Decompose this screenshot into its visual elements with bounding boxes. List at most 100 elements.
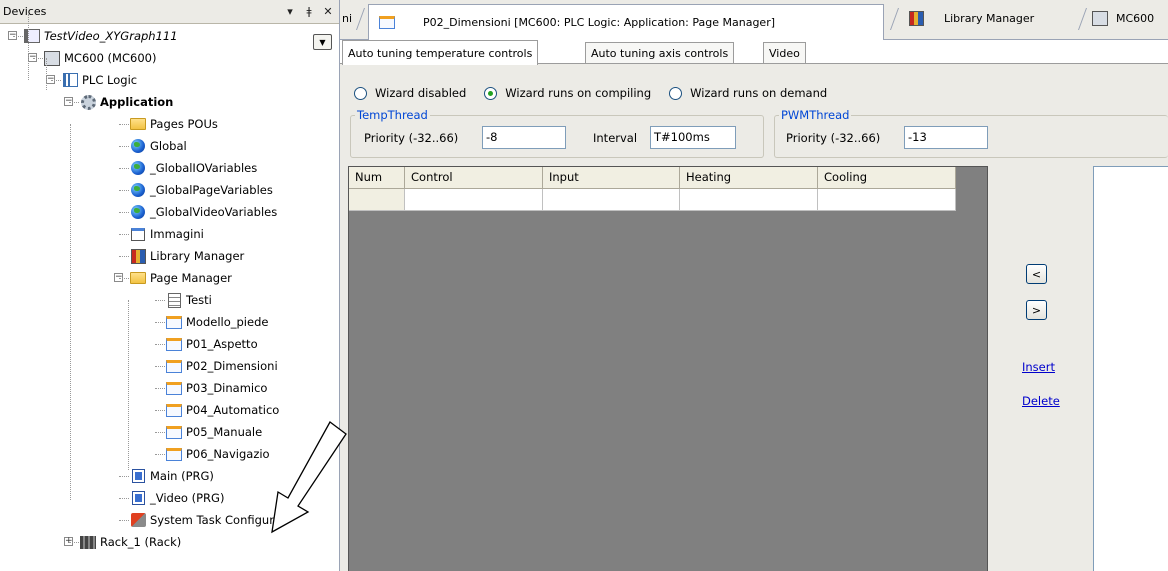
column-header[interactable]: Control (405, 167, 543, 189)
tab-mc600[interactable]: MC600 (1092, 6, 1168, 30)
tree-item[interactable]: P02_Dimensioni (166, 356, 278, 376)
wizard-on-demand-radio[interactable] (669, 86, 683, 100)
tempthread-interval-label: Interval (593, 131, 638, 145)
tree-item[interactable]: Application (80, 92, 173, 112)
tab-auto-tuning-temperature[interactable]: Auto tuning temperature controls (342, 40, 539, 65)
close-icon[interactable]: ✕ (320, 3, 336, 21)
library-books-icon (908, 10, 924, 26)
program-icon (130, 468, 146, 484)
globe-icon (130, 182, 146, 198)
page-icon (379, 15, 395, 31)
tempthread-priority-label: Priority (-32..66) (364, 131, 459, 145)
wizard-compiling-label[interactable]: Wizard runs on compiling (505, 86, 651, 100)
tree-item-label: _Video (PRG) (150, 491, 225, 505)
column-header[interactable]: Cooling (818, 167, 956, 189)
tempthread-priority-input[interactable]: -8 (482, 126, 566, 149)
devices-panel-titlebar: Devices ▾ ǂ ✕ (0, 0, 339, 24)
tree-item[interactable]: P03_Dinamico (166, 378, 267, 398)
table-cell[interactable] (818, 189, 956, 211)
column-header[interactable]: Heating (680, 167, 818, 189)
program-icon (130, 490, 146, 506)
table-cell[interactable] (349, 189, 405, 211)
table-row[interactable] (349, 189, 956, 211)
tree-item[interactable]: Main (PRG) (130, 466, 214, 486)
globe-icon (130, 204, 146, 220)
tree-item[interactable]: Pages POUs (130, 114, 218, 134)
wizard-disabled-radio[interactable] (354, 86, 367, 100)
tab-previous[interactable]: ni (340, 6, 358, 30)
tree-item-label: P05_Manuale (186, 425, 263, 439)
tree-item[interactable]: P04_Automatico (166, 400, 279, 420)
tree-item[interactable]: _GlobalIOVariables (130, 158, 257, 178)
library-books-icon (130, 248, 146, 264)
tree-item[interactable]: Page Manager (130, 268, 232, 288)
panel-menu-icon[interactable]: ▾ (282, 3, 298, 21)
tab-video[interactable]: Video (763, 42, 806, 64)
tree-item[interactable]: Global (130, 136, 187, 156)
side-list-panel[interactable] (1093, 166, 1168, 571)
tree-item[interactable]: Immagini (130, 224, 204, 244)
chevron-down-icon: ▼ (319, 37, 326, 47)
move-left-button[interactable]: < (1026, 264, 1047, 284)
editor-area: ni P02_Dimensioni [MC600: PLC Logic: App… (340, 0, 1168, 571)
grid-header: Num Control Input Heating Cooling (349, 167, 956, 189)
tree-item[interactable]: _Video (PRG) (130, 488, 224, 508)
tab-auto-tuning-axis[interactable]: Auto tuning axis controls (585, 42, 735, 64)
tree-item-label: Immagini (150, 227, 204, 241)
tree-item[interactable]: P01_Aspetto (166, 334, 258, 354)
tree-item[interactable]: System Task Configurati (130, 510, 289, 530)
tree-item[interactable]: PLC Logic (62, 70, 137, 90)
tree-item-label: Main (PRG) (150, 469, 214, 483)
tree-dropdown-button[interactable]: ▼ (313, 34, 332, 50)
column-header[interactable]: Num (349, 167, 405, 189)
tree-item[interactable]: _GlobalVideoVariables (130, 202, 277, 222)
tab-p02-dimensioni[interactable]: P02_Dimensioni [MC600: PLC Logic: Applic… (368, 4, 884, 40)
column-header[interactable]: Input (543, 167, 680, 189)
wizard-disabled-label[interactable]: Wizard disabled (375, 86, 466, 100)
plc-logic-icon (62, 72, 78, 88)
pwmthread-priority-label: Priority (-32..66) (786, 131, 881, 145)
table-cell[interactable] (680, 189, 818, 211)
page-icon (166, 380, 182, 396)
tab-library-manager-label: Library Manager (944, 11, 1035, 25)
device-icon (1092, 10, 1108, 26)
project-icon (24, 28, 40, 44)
tree-item[interactable]: Library Manager (130, 246, 244, 266)
insert-link[interactable]: Insert (1022, 360, 1055, 374)
pushpin-icon[interactable]: ǂ (301, 3, 317, 21)
tree-item[interactable]: P05_Manuale (166, 422, 262, 442)
tempthread-interval-input[interactable]: T#100ms (650, 126, 736, 149)
devices-panel-title: Devices (3, 5, 47, 18)
page-icon (166, 446, 182, 462)
page-manager-icon (130, 270, 146, 286)
tempthread-legend: TempThread (357, 108, 428, 122)
tree-item[interactable]: Modello_piede (166, 312, 268, 332)
tree-item-label: P04_Automatico (186, 403, 280, 417)
tab-library-manager[interactable]: Library Manager (908, 6, 1078, 30)
tree-item-label: Pages POUs (150, 117, 218, 131)
tree-item-label: P03_Dinamico (186, 381, 268, 395)
settings-content: Wizard disabled Wizard runs on compiling… (340, 63, 1168, 571)
tree-item[interactable]: TestVideo_XYGraph111 (24, 26, 178, 46)
tree-item-label: P01_Aspetto (186, 337, 258, 351)
page-icon (166, 402, 182, 418)
globe-icon (130, 138, 146, 154)
tab-previous-label: ni (342, 11, 353, 25)
pwmthread-priority-input[interactable]: -13 (904, 126, 988, 149)
table-cell[interactable] (543, 189, 680, 211)
tree-item-label: Modello_piede (186, 315, 269, 329)
page-icon (166, 314, 182, 330)
tree-item[interactable]: MC600 (MC600) (44, 48, 156, 68)
tree-item[interactable]: Rack_1 (Rack) (80, 532, 181, 552)
tree-item[interactable]: P06_Navigazio (166, 444, 270, 464)
move-right-button[interactable]: > (1026, 300, 1047, 320)
tree-item[interactable]: Testi (166, 290, 212, 310)
table-cell[interactable] (405, 189, 543, 211)
page-icon (166, 336, 182, 352)
delete-link[interactable]: Delete (1022, 394, 1060, 408)
tuning-grid[interactable]: Num Control Input Heating Cooling (348, 166, 988, 571)
wizard-on-demand-label[interactable]: Wizard runs on demand (690, 86, 827, 100)
pwmthread-legend: PWMThread (781, 108, 850, 122)
tree-item[interactable]: _GlobalPageVariables (130, 180, 273, 200)
wizard-compiling-radio[interactable] (484, 86, 498, 100)
